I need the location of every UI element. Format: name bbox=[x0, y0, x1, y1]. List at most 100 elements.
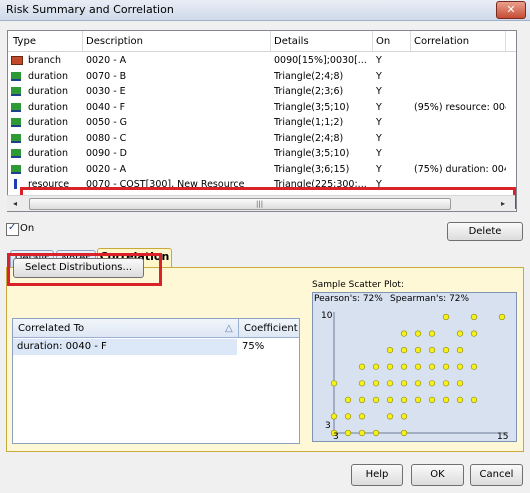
horizontal-scrollbar[interactable]: ◂ ||| ▸ bbox=[7, 195, 515, 211]
scatter-point bbox=[372, 380, 380, 387]
scatter-point bbox=[428, 330, 436, 337]
scatter-point bbox=[442, 396, 450, 403]
delete-label: Delete bbox=[468, 226, 502, 237]
cell-on: Y bbox=[376, 148, 382, 159]
sort-icon: △ bbox=[225, 323, 233, 334]
scroll-left-icon[interactable]: ◂ bbox=[13, 199, 17, 208]
scatter-point bbox=[442, 346, 450, 354]
close-button[interactable]: ✕ bbox=[496, 1, 526, 19]
on-checkbox[interactable]: ✓ bbox=[6, 222, 19, 236]
table-row[interactable]: duration: 0040 - F 75% bbox=[13, 339, 299, 355]
col-correlation[interactable]: Correlation bbox=[414, 36, 469, 47]
cell-on: Y bbox=[376, 101, 382, 113]
cell-type: duration bbox=[28, 132, 68, 144]
risk-grid: Type Description Details On Correlation … bbox=[7, 30, 517, 212]
table-row[interactable]: duration 0030 - E Triangle(2;3;6) Y bbox=[8, 84, 508, 100]
ok-label: OK bbox=[430, 469, 445, 480]
col-description[interactable]: Description bbox=[86, 36, 143, 47]
ok-button[interactable]: OK bbox=[411, 464, 464, 486]
table-row[interactable]: branch 0020 - A 0090[15%];0030[... Y bbox=[8, 53, 508, 69]
grip-icon: ||| bbox=[256, 200, 264, 208]
scatter-point bbox=[386, 363, 394, 370]
scatter-point bbox=[400, 429, 408, 437]
select-button-highlight bbox=[7, 253, 162, 286]
table-row[interactable]: duration 0040 - F Triangle(3;5;10) Y (95%) r… bbox=[8, 100, 508, 116]
table-row[interactable]: duration 0080 - C Triangle(2;4;8) Y bbox=[8, 131, 508, 147]
resource-icon bbox=[14, 179, 17, 189]
cell-corr: (75%) duration: 004 bbox=[414, 163, 506, 175]
col-on[interactable]: On bbox=[376, 36, 390, 47]
scatter-point bbox=[358, 363, 366, 370]
scatter-point bbox=[344, 413, 352, 420]
scatter-point bbox=[456, 330, 464, 337]
cell-on: Y bbox=[376, 132, 382, 144]
scatter-point bbox=[414, 396, 422, 403]
scatter-point bbox=[372, 396, 380, 403]
x-max-label: 15 bbox=[497, 432, 509, 442]
duration-icon bbox=[11, 133, 21, 143]
scatter-point bbox=[386, 413, 394, 420]
scatter-point bbox=[442, 380, 450, 387]
duration-icon bbox=[11, 71, 21, 81]
y-max-label: 10 bbox=[321, 311, 333, 321]
scatter-point bbox=[400, 363, 408, 370]
cell-type: branch bbox=[28, 55, 62, 66]
scatter-point bbox=[372, 429, 380, 437]
cancel-button[interactable]: Cancel bbox=[470, 464, 523, 486]
cell-desc: 0040 - F bbox=[86, 101, 126, 113]
scatter-point bbox=[456, 380, 464, 387]
scatter-point bbox=[344, 396, 352, 403]
cell-desc: 0080 - C bbox=[86, 132, 127, 144]
scatter-point bbox=[428, 380, 436, 387]
coefficient-cell[interactable]: 75% bbox=[242, 341, 264, 352]
scatter-point bbox=[414, 330, 422, 337]
scatter-point bbox=[400, 396, 408, 403]
table-row[interactable]: duration 0090 - D Triangle(3;5;10) Y bbox=[8, 146, 508, 162]
col-type[interactable]: Type bbox=[13, 36, 36, 47]
scatter-point bbox=[414, 363, 422, 370]
cell-desc: 0070 - B bbox=[86, 70, 127, 82]
table-row[interactable]: duration 0020 - A Triangle(3;6;15) Y (75%) d… bbox=[8, 162, 508, 178]
duration-icon bbox=[11, 87, 21, 96]
scroll-thumb[interactable]: ||| bbox=[29, 198, 451, 210]
help-button[interactable]: Help bbox=[351, 464, 403, 486]
cancel-label: Cancel bbox=[479, 469, 514, 480]
scatter-svg bbox=[330, 312, 508, 437]
delete-button[interactable]: Delete bbox=[447, 222, 523, 241]
table-row[interactable]: duration 0050 - G Triangle(1;1;2) Y bbox=[8, 115, 508, 131]
scatter-point bbox=[470, 330, 478, 337]
cell-details: Triangle(3;5;10) bbox=[274, 101, 350, 113]
scatter-point bbox=[400, 346, 408, 354]
x-min-label: 3 bbox=[333, 432, 339, 442]
duration-icon bbox=[11, 149, 21, 158]
scatter-point bbox=[386, 346, 394, 354]
scroll-right-icon[interactable]: ▸ bbox=[501, 199, 505, 208]
scatter-point bbox=[428, 346, 436, 354]
scatter-point bbox=[470, 396, 478, 403]
scatter-point bbox=[470, 363, 478, 370]
branch-icon bbox=[11, 56, 23, 65]
scatter-point bbox=[400, 330, 408, 337]
help-label: Help bbox=[365, 469, 389, 480]
cell-on: Y bbox=[376, 70, 382, 82]
grid-header: Type Description Details On Correlation bbox=[8, 31, 516, 52]
on-label: On bbox=[20, 223, 35, 234]
scatter-point bbox=[386, 396, 394, 403]
cell-desc: 0050 - G bbox=[86, 117, 128, 128]
col-details[interactable]: Details bbox=[274, 36, 309, 47]
cell-desc: 0030 - E bbox=[86, 86, 126, 97]
cell-details: Triangle(3;5;10) bbox=[274, 148, 350, 159]
scatter-point bbox=[442, 313, 450, 321]
scatter-plot: Pearson's: 72% Spearman's: 72% 10 3 3 15 bbox=[312, 292, 517, 442]
table-row[interactable]: duration 0070 - B Triangle(2;4;8) Y bbox=[8, 69, 508, 85]
cell-details: Triangle(1;1;2) bbox=[274, 117, 344, 128]
cell-corr: (95%) resource: 004 bbox=[414, 101, 506, 113]
cell-type: duration bbox=[28, 101, 68, 113]
cell-desc: 0090 - D bbox=[86, 148, 127, 159]
header-correlated-to[interactable]: Correlated To △ bbox=[13, 319, 238, 338]
scatter-point bbox=[414, 380, 422, 387]
check-icon: ✓ bbox=[8, 222, 17, 233]
duration-icon bbox=[11, 102, 21, 112]
header-coefficient[interactable]: Coefficient bbox=[238, 319, 299, 338]
duration-icon bbox=[11, 164, 21, 174]
